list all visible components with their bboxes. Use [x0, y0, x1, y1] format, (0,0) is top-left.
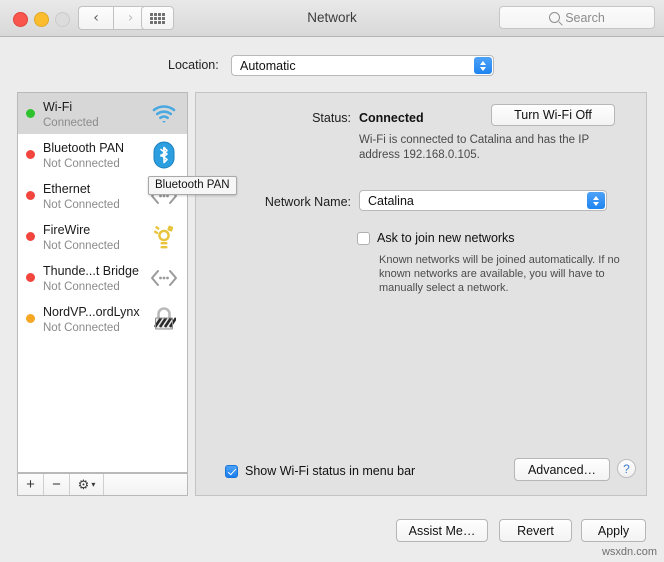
- help-button[interactable]: ?: [617, 459, 636, 478]
- advanced-button[interactable]: Advanced…: [514, 458, 610, 481]
- bluetooth-pan-tooltip: Bluetooth PAN: [148, 176, 237, 195]
- service-text: Thunde...t Bridge Not Connected: [43, 262, 147, 294]
- network-preferences-window: ‹ › Network Search Location: Automatic W…: [0, 0, 664, 562]
- location-row: Location: Automatic: [0, 55, 664, 79]
- service-row-nordvpn[interactable]: NordVP...ordLynx Not Connected: [18, 298, 187, 339]
- show-wifi-status-checkbox-row[interactable]: Show Wi-Fi status in menu bar: [225, 464, 415, 478]
- service-status: Not Connected: [43, 321, 120, 334]
- stepper-arrows-icon[interactable]: [474, 57, 492, 74]
- window-titlebar: ‹ › Network Search: [0, 0, 664, 37]
- service-name: Ethernet: [43, 181, 91, 196]
- ask-to-join-checkbox-row[interactable]: Ask to join new networks: [357, 231, 515, 245]
- wifi-settings-panel: Status: Connected Turn Wi-Fi Off Wi-Fi i…: [195, 92, 647, 496]
- assist-me-button[interactable]: Assist Me…: [396, 519, 488, 542]
- network-name-popup-button[interactable]: Catalina: [359, 190, 607, 211]
- service-actions-button[interactable]: ⚙ ▾: [70, 474, 104, 495]
- status-dot-green: [26, 109, 35, 118]
- status-dot-red: [26, 150, 35, 159]
- network-services-list[interactable]: Wi-Fi Connected Bluetooth PAN Not Connec…: [17, 92, 188, 473]
- service-name: FireWire: [43, 222, 91, 237]
- status-detail-text: Wi-Fi is connected to Catalina and has t…: [359, 134, 589, 161]
- revert-button[interactable]: Revert: [499, 519, 572, 542]
- status-dot-orange: [26, 314, 35, 323]
- status-dot-red: [26, 232, 35, 241]
- service-row-wifi[interactable]: Wi-Fi Connected: [18, 93, 187, 134]
- ask-to-join-checkbox[interactable]: [357, 231, 370, 245]
- apply-button[interactable]: Apply: [581, 519, 646, 542]
- network-name-label: Network Name:: [264, 195, 351, 209]
- service-name: NordVP...ordLynx: [43, 304, 140, 319]
- service-row-firewire[interactable]: FireWire Not Connected: [18, 216, 187, 257]
- search-placeholder: Search: [565, 10, 605, 25]
- service-status: Not Connected: [43, 280, 120, 293]
- service-text: Wi-Fi Connected: [43, 98, 147, 130]
- vpn-lock-icon: [147, 304, 181, 334]
- thunderbolt-icon: [147, 263, 181, 293]
- location-label: Location:: [168, 58, 219, 72]
- service-text: Ethernet Not Connected: [43, 180, 147, 212]
- network-name-value: Catalina: [368, 193, 414, 208]
- search-icon: [549, 12, 561, 23]
- status-dot-red: [26, 273, 35, 282]
- location-value: Automatic: [240, 58, 296, 73]
- service-row-bluetooth-pan[interactable]: Bluetooth PAN Not Connected: [18, 134, 187, 175]
- firewire-icon: [147, 222, 181, 252]
- remove-service-button[interactable]: −: [44, 474, 70, 495]
- chevron-down-icon: ▾: [91, 480, 96, 489]
- location-popup-button[interactable]: Automatic: [231, 55, 494, 76]
- service-name: Thunde...t Bridge: [43, 263, 139, 278]
- service-row-thunderbolt-bridge[interactable]: Thunde...t Bridge Not Connected: [18, 257, 187, 298]
- service-name: Bluetooth PAN: [43, 140, 125, 155]
- status-label: Status:: [312, 111, 351, 125]
- stepper-arrows-icon[interactable]: [587, 192, 605, 209]
- watermark: wsxdn.com: [601, 546, 657, 558]
- service-text: NordVP...ordLynx Not Connected: [43, 303, 147, 335]
- show-wifi-status-checkbox[interactable]: [225, 464, 238, 478]
- service-status: Not Connected: [43, 198, 120, 211]
- status-dot-red: [26, 191, 35, 200]
- bluetooth-icon: [147, 140, 181, 170]
- service-status: Not Connected: [43, 157, 120, 170]
- service-text: Bluetooth PAN Not Connected: [43, 139, 147, 171]
- wifi-icon: [147, 99, 181, 129]
- ask-to-join-help-text: Known networks will be joined automatica…: [379, 254, 620, 294]
- service-list-toolbar: + − ⚙ ▾: [17, 473, 188, 496]
- gear-icon: ⚙: [77, 476, 90, 492]
- service-text: FireWire Not Connected: [43, 221, 147, 253]
- service-status: Connected: [43, 116, 99, 129]
- status-value: Connected: [359, 111, 424, 125]
- toolbar-filler: [104, 474, 187, 495]
- service-status: Not Connected: [43, 239, 120, 252]
- add-service-button[interactable]: +: [18, 474, 44, 495]
- ask-to-join-label: Ask to join new networks: [377, 231, 515, 245]
- turn-wifi-off-button[interactable]: Turn Wi-Fi Off: [491, 104, 615, 126]
- show-wifi-status-label: Show Wi-Fi status in menu bar: [245, 464, 416, 478]
- search-field[interactable]: Search: [499, 6, 655, 29]
- service-name: Wi-Fi: [43, 99, 73, 114]
